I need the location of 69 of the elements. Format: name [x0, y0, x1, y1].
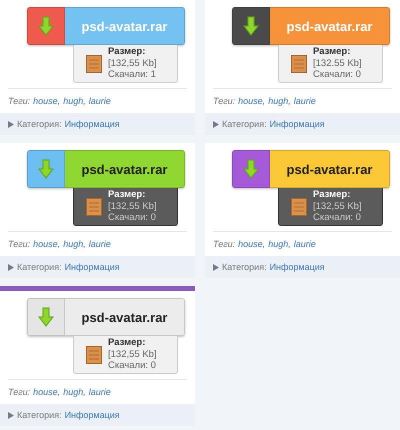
category-label: Категория:: [17, 262, 62, 272]
category-label: Категория:: [222, 119, 267, 129]
tag-link[interactable]: hugh,: [63, 239, 86, 249]
tags-label: Теги:: [8, 96, 30, 106]
triangle-icon: [213, 264, 219, 270]
tags-label: Теги:: [8, 387, 30, 397]
size-label: Размер:: [108, 189, 146, 201]
download-arrow-icon: [38, 159, 54, 179]
download-icon-tile[interactable]: [232, 150, 270, 188]
download-icon-tile[interactable]: [27, 298, 65, 336]
category-label: Категория:: [17, 119, 62, 129]
archive-icon: [291, 54, 307, 72]
category-link[interactable]: Информация: [64, 119, 120, 129]
category-label: Категория:: [17, 410, 62, 420]
triangle-icon: [213, 120, 219, 128]
category-link[interactable]: Информация: [270, 119, 325, 129]
tag-link[interactable]: hugh,: [63, 387, 86, 397]
download-button[interactable]: psd-avatar.rar: [270, 7, 390, 45]
category-link[interactable]: Информация: [64, 262, 120, 272]
file-size: [132.55 Kb]: [313, 58, 362, 70]
tag-link[interactable]: hugh,: [268, 239, 291, 249]
size-label: Размер:: [108, 46, 146, 58]
download-count: Скачали: 0: [313, 69, 362, 81]
download-count: Скачали: 0: [108, 212, 157, 224]
download-button[interactable]: psd-avatar.rar: [65, 150, 185, 188]
category-link[interactable]: Информация: [64, 410, 120, 420]
tag-link[interactable]: laurie: [88, 239, 111, 249]
category-link[interactable]: Информация: [270, 262, 325, 272]
triangle-icon: [8, 120, 14, 128]
size-label: Размер:: [108, 337, 146, 349]
file-size: [132,55 Kb]: [108, 348, 157, 360]
file-size: [132,55 Kb]: [313, 200, 362, 212]
tags-label: Теги:: [213, 96, 236, 106]
download-count: Скачали: 1: [108, 69, 157, 81]
file-size: [132,55 Kb]: [108, 58, 157, 70]
tag-link[interactable]: house,: [33, 239, 60, 249]
download-arrow-icon: [38, 16, 54, 36]
tag-link[interactable]: house,: [33, 387, 60, 397]
download-count: Скачали: 0: [313, 212, 362, 224]
download-icon-tile[interactable]: [27, 150, 65, 188]
tag-link[interactable]: house,: [238, 96, 266, 106]
size-label: Размер:: [313, 46, 352, 58]
tag-link[interactable]: laurie: [294, 96, 316, 106]
tag-link[interactable]: hugh,: [63, 96, 86, 106]
download-icon-tile[interactable]: [232, 7, 270, 45]
triangle-icon: [8, 264, 14, 270]
category-label: Категория:: [222, 262, 267, 272]
size-label: Размер:: [313, 189, 352, 201]
tag-link[interactable]: house,: [33, 96, 60, 106]
tag-link[interactable]: laurie: [88, 96, 111, 106]
tag-link[interactable]: laurie: [294, 239, 316, 249]
tags-label: Теги:: [8, 239, 30, 249]
download-arrow-icon: [243, 16, 259, 36]
archive-icon: [86, 54, 102, 72]
tag-link[interactable]: hugh,: [268, 96, 291, 106]
download-button[interactable]: psd-avatar.rar: [270, 150, 390, 188]
download-count: Скачали: 0: [108, 360, 157, 372]
download-arrow-icon: [243, 159, 259, 179]
triangle-icon: [8, 412, 14, 418]
archive-icon: [86, 346, 102, 364]
download-arrow-icon: [38, 307, 54, 327]
tags-label: Теги:: [213, 239, 236, 249]
tag-link[interactable]: house,: [238, 239, 266, 249]
file-size: [132,55 Kb]: [108, 200, 157, 212]
archive-icon: [86, 198, 102, 216]
download-icon-tile[interactable]: [27, 7, 65, 45]
archive-icon: [291, 198, 307, 216]
download-button[interactable]: psd-avatar.rar: [65, 298, 185, 336]
tag-link[interactable]: laurie: [88, 387, 111, 397]
